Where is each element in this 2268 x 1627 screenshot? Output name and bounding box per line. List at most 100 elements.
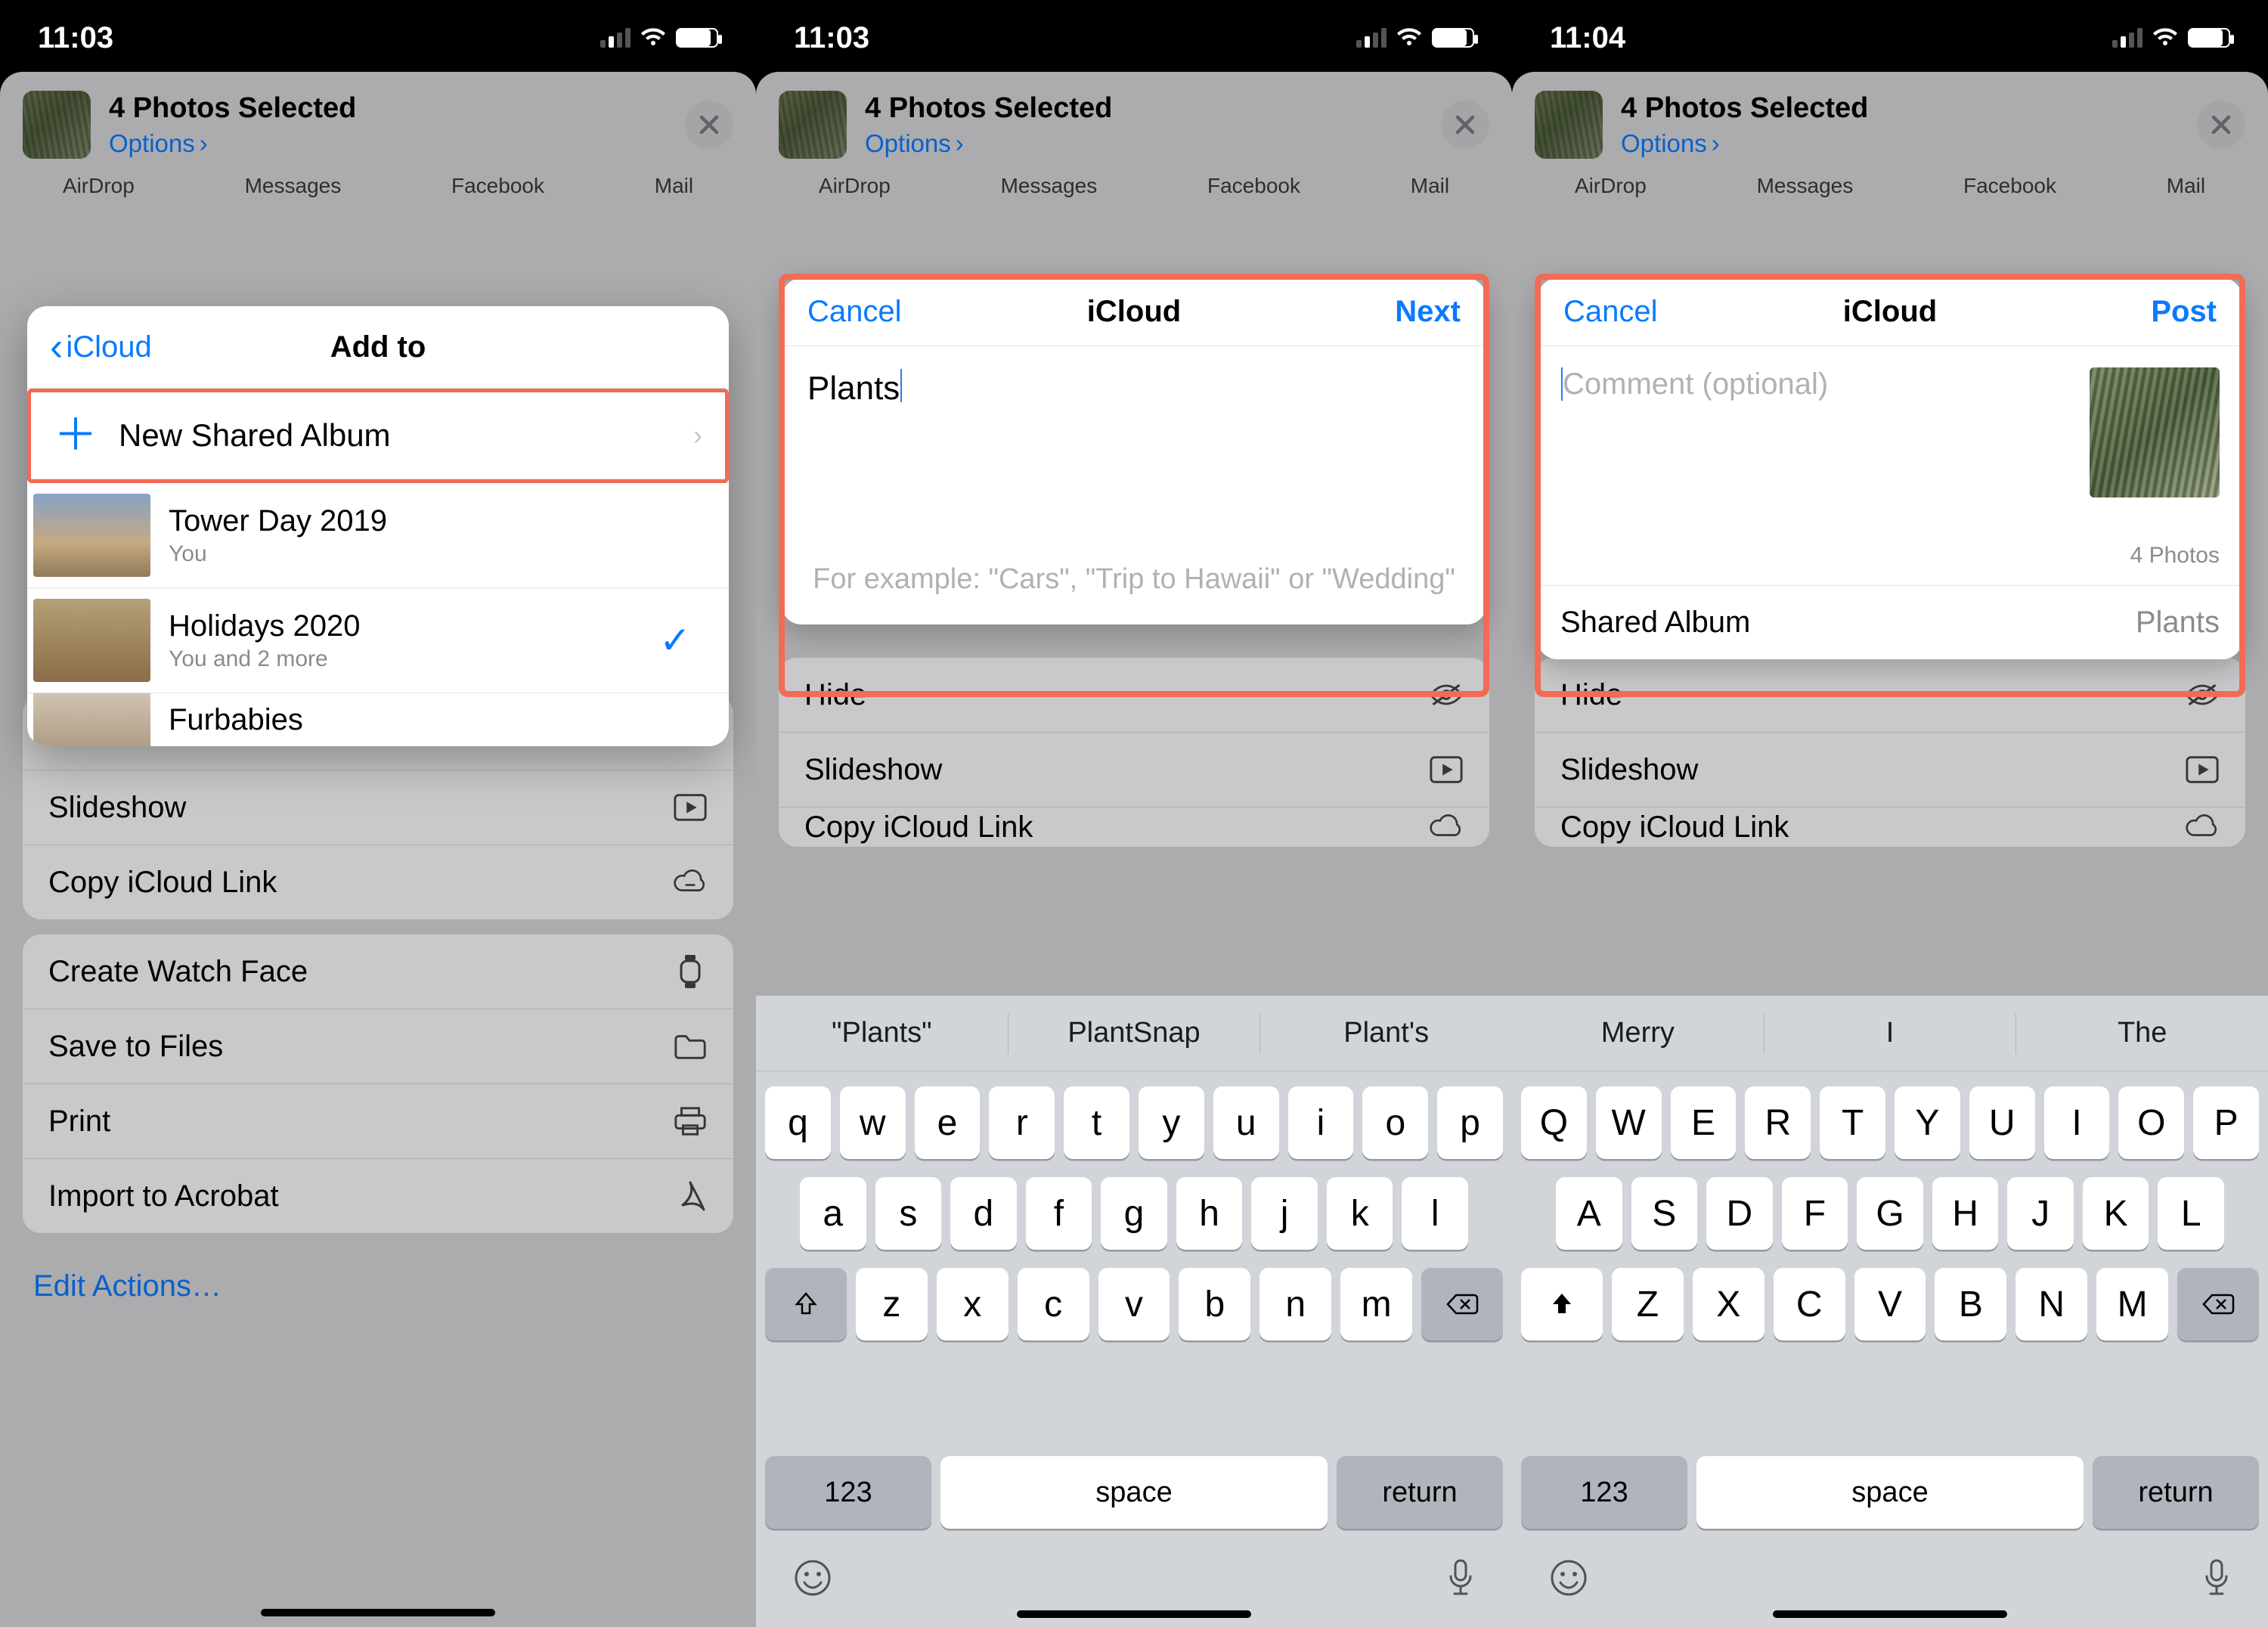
- key-p[interactable]: p: [1437, 1086, 1503, 1159]
- key-p[interactable]: P: [2193, 1086, 2259, 1159]
- key-i[interactable]: I: [2044, 1086, 2110, 1159]
- key-b[interactable]: b: [1179, 1268, 1250, 1340]
- key-k[interactable]: K: [2083, 1177, 2149, 1250]
- key-a[interactable]: a: [800, 1177, 866, 1250]
- backspace-key[interactable]: [2177, 1268, 2259, 1340]
- cancel-button[interactable]: Cancel: [807, 295, 902, 329]
- key-v[interactable]: V: [1854, 1268, 1926, 1340]
- key-c[interactable]: c: [1018, 1268, 1089, 1340]
- home-indicator[interactable]: [1773, 1610, 2007, 1618]
- numbers-key[interactable]: 123: [1521, 1456, 1687, 1529]
- space-key[interactable]: space: [1696, 1456, 2084, 1529]
- backspace-key[interactable]: [1421, 1268, 1503, 1340]
- home-indicator[interactable]: [261, 1609, 495, 1616]
- key-g[interactable]: g: [1101, 1177, 1167, 1250]
- key-d[interactable]: D: [1706, 1177, 1773, 1250]
- key-s[interactable]: S: [1631, 1177, 1698, 1250]
- key-r[interactable]: R: [1745, 1086, 1811, 1159]
- new-shared-album-row[interactable]: ＋ New Shared Album ›: [31, 392, 725, 479]
- home-indicator[interactable]: [1017, 1610, 1251, 1618]
- key-f[interactable]: f: [1026, 1177, 1092, 1250]
- back-button[interactable]: ‹ iCloud: [50, 324, 152, 370]
- key-t[interactable]: T: [1820, 1086, 1885, 1159]
- suggestion[interactable]: Merry: [1512, 1017, 1764, 1049]
- numbers-key[interactable]: 123: [765, 1456, 931, 1529]
- key-j[interactable]: J: [2007, 1177, 2074, 1250]
- key-v[interactable]: v: [1098, 1268, 1170, 1340]
- key-m[interactable]: m: [1340, 1268, 1412, 1340]
- key-h[interactable]: h: [1176, 1177, 1243, 1250]
- key-h[interactable]: H: [1932, 1177, 1999, 1250]
- key-w[interactable]: W: [1596, 1086, 1662, 1159]
- key-f[interactable]: F: [1782, 1177, 1848, 1250]
- album-row[interactable]: Furbabies: [27, 693, 729, 746]
- key-u[interactable]: u: [1213, 1086, 1279, 1159]
- suggestion[interactable]: PlantSnap: [1009, 1017, 1260, 1049]
- popup-header: ‹ iCloud Add to: [27, 306, 729, 389]
- key-e[interactable]: e: [915, 1086, 981, 1159]
- key-a[interactable]: A: [1556, 1177, 1622, 1250]
- suggestion[interactable]: I: [1765, 1017, 2016, 1049]
- album-name-value: Plants: [807, 370, 900, 407]
- highlight-new-shared: ＋ New Shared Album ›: [27, 389, 729, 483]
- key-y[interactable]: Y: [1895, 1086, 1960, 1159]
- key-n[interactable]: N: [2015, 1268, 2087, 1340]
- return-key[interactable]: return: [2093, 1456, 2259, 1529]
- suggestion[interactable]: "Plants": [756, 1017, 1008, 1049]
- wifi-icon: [2152, 27, 2179, 48]
- key-row-2: A S D F G H J K L: [1521, 1177, 2259, 1250]
- shift-key[interactable]: [765, 1268, 847, 1340]
- microphone-icon[interactable]: [1447, 1558, 1474, 1598]
- key-q[interactable]: q: [765, 1086, 831, 1159]
- key-t[interactable]: t: [1064, 1086, 1129, 1159]
- key-row-3: z x c v b n m: [765, 1268, 1503, 1340]
- album-row[interactable]: Tower Day 2019 You: [27, 483, 729, 588]
- key-z[interactable]: z: [856, 1268, 928, 1340]
- emoji-icon[interactable]: [1550, 1559, 1588, 1597]
- key-w[interactable]: w: [840, 1086, 906, 1159]
- next-button[interactable]: Next: [1395, 295, 1461, 329]
- key-o[interactable]: O: [2118, 1086, 2184, 1159]
- back-label: iCloud: [66, 330, 151, 364]
- key-l[interactable]: L: [2158, 1177, 2224, 1250]
- key-x[interactable]: X: [1693, 1268, 1765, 1340]
- key-n[interactable]: n: [1259, 1268, 1331, 1340]
- key-m[interactable]: M: [2096, 1268, 2168, 1340]
- key-c[interactable]: C: [1774, 1268, 1845, 1340]
- icloud-post-card: Cancel iCloud Post Comment (optional) 4 …: [1538, 278, 2242, 659]
- emoji-icon[interactable]: [794, 1559, 832, 1597]
- microphone-icon[interactable]: [2203, 1558, 2230, 1598]
- key-j[interactable]: j: [1251, 1177, 1318, 1250]
- key-z[interactable]: Z: [1612, 1268, 1684, 1340]
- album-row[interactable]: Holidays 2020 You and 2 more ✓: [27, 588, 729, 693]
- comment-field[interactable]: Comment (optional): [1538, 346, 2242, 535]
- shift-key[interactable]: [1521, 1268, 1603, 1340]
- key-y[interactable]: y: [1139, 1086, 1204, 1159]
- key-row-4: 123 space return: [1512, 1456, 2268, 1544]
- key-d[interactable]: d: [950, 1177, 1017, 1250]
- cancel-button[interactable]: Cancel: [1563, 295, 1658, 329]
- space-key[interactable]: space: [940, 1456, 1328, 1529]
- notch: [983, 0, 1285, 23]
- photo-preview[interactable]: [2090, 367, 2220, 497]
- suggestion[interactable]: Plant's: [1260, 1017, 1512, 1049]
- key-x[interactable]: x: [937, 1268, 1009, 1340]
- key-g[interactable]: G: [1857, 1177, 1923, 1250]
- post-button[interactable]: Post: [2151, 295, 2217, 329]
- icloud-name-card: Cancel iCloud Next Plants For example: "…: [782, 278, 1486, 624]
- key-k[interactable]: k: [1327, 1177, 1393, 1250]
- key-e[interactable]: E: [1671, 1086, 1737, 1159]
- shared-album-row[interactable]: Shared Album Plants: [1538, 585, 2242, 659]
- key-r[interactable]: r: [989, 1086, 1055, 1159]
- album-thumbnail: [33, 599, 150, 682]
- key-s[interactable]: s: [875, 1177, 942, 1250]
- suggestion[interactable]: The: [2016, 1017, 2268, 1049]
- return-key[interactable]: return: [1337, 1456, 1503, 1529]
- key-i[interactable]: i: [1288, 1086, 1354, 1159]
- key-l[interactable]: l: [1402, 1177, 1468, 1250]
- key-q[interactable]: Q: [1521, 1086, 1587, 1159]
- album-name-field[interactable]: Plants: [782, 346, 1486, 417]
- key-o[interactable]: o: [1362, 1086, 1428, 1159]
- key-u[interactable]: U: [1969, 1086, 2035, 1159]
- key-b[interactable]: B: [1935, 1268, 2006, 1340]
